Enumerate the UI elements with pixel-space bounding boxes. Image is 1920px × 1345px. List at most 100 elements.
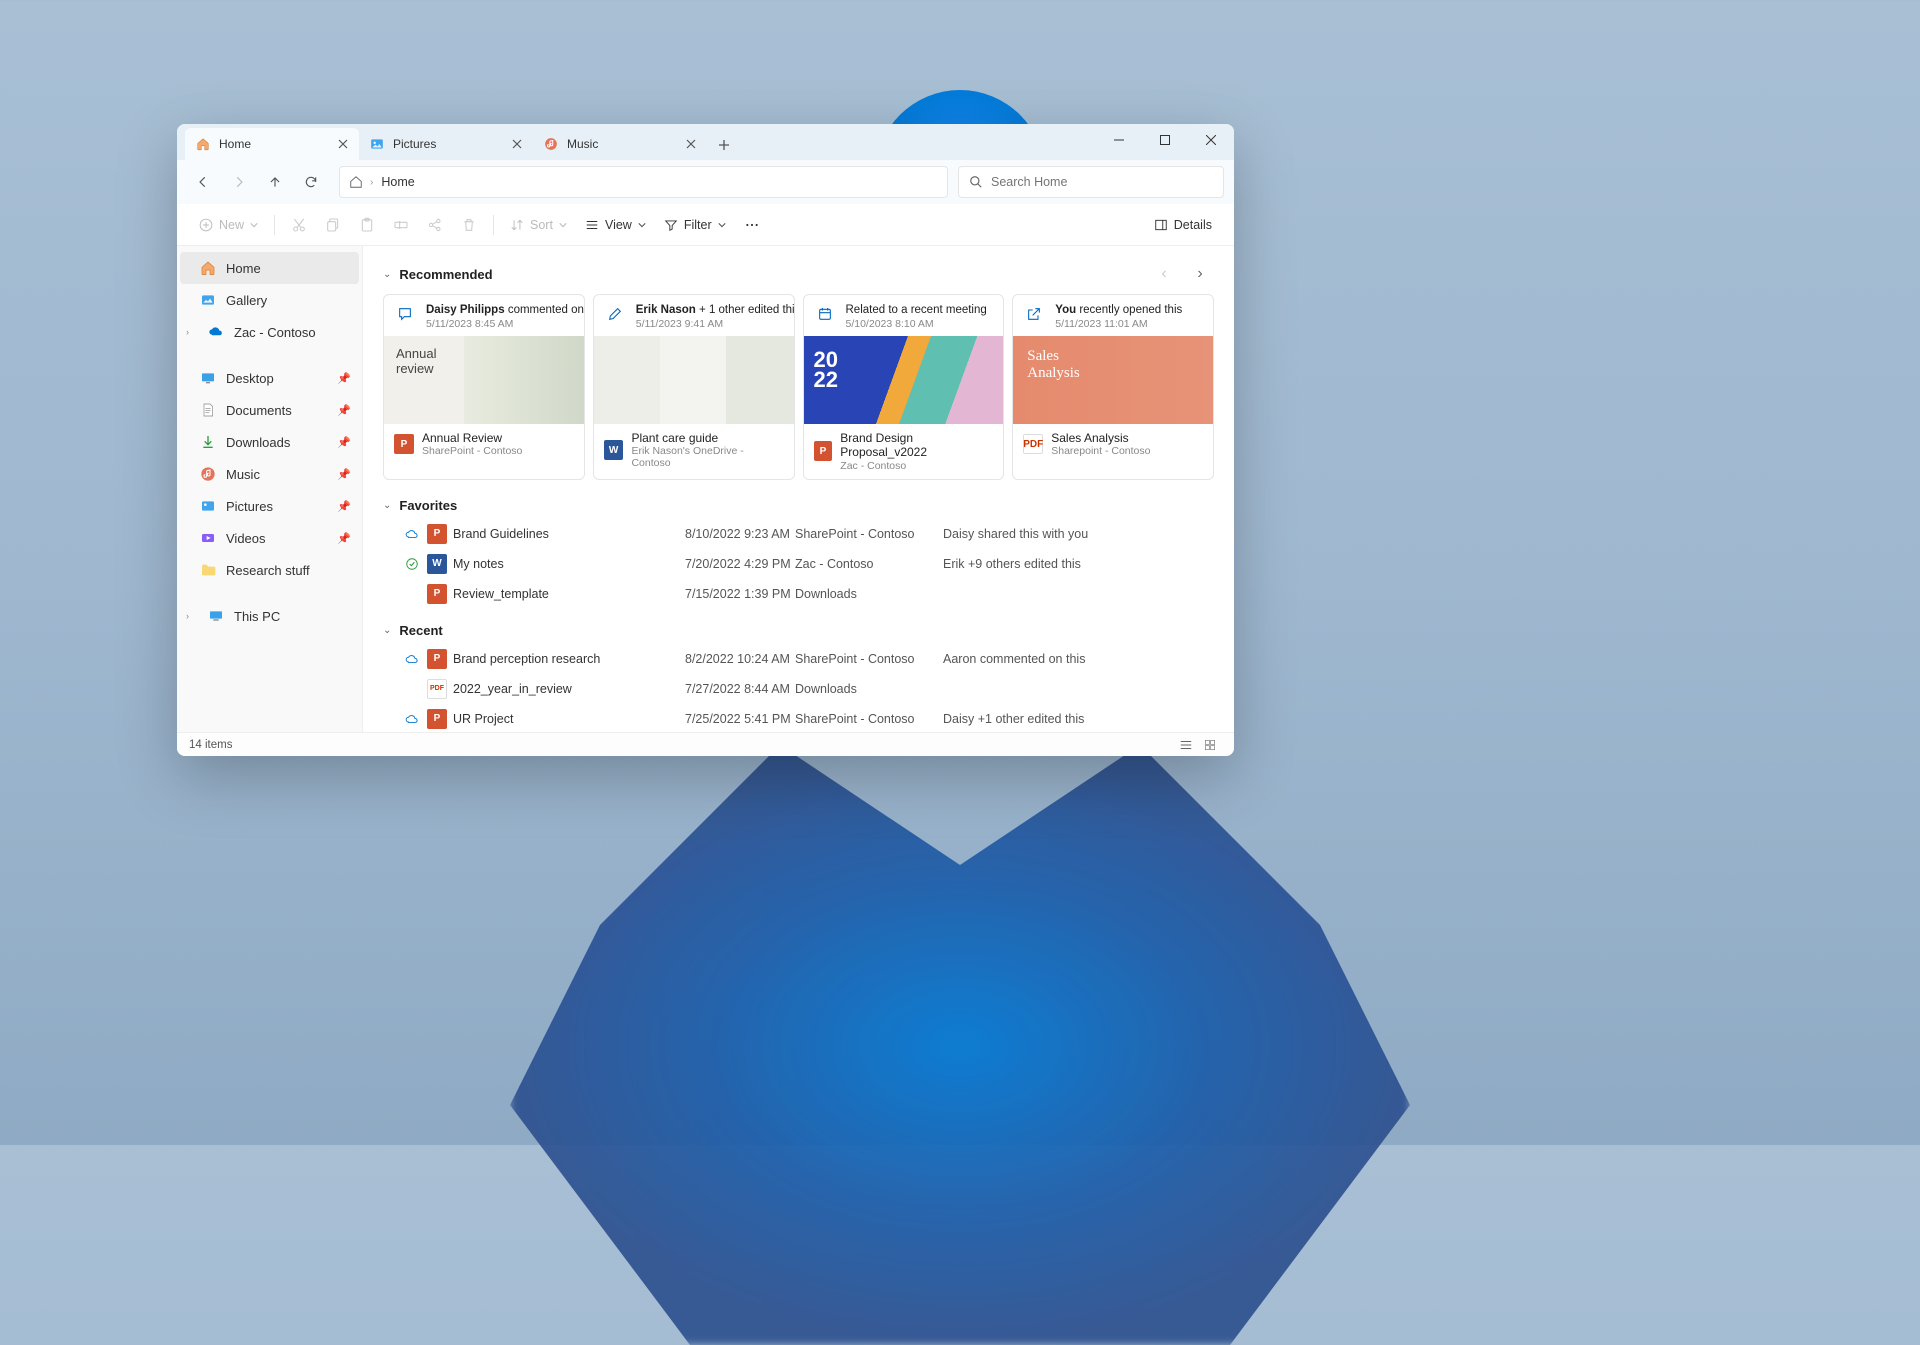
pin-icon: 📌 [337, 468, 351, 481]
sidebar-item-videos[interactable]: Videos 📌 [180, 522, 359, 554]
chevron-right-icon[interactable]: › [186, 611, 196, 621]
details-view-button[interactable] [1174, 735, 1198, 755]
delete-button[interactable] [453, 210, 485, 240]
close-icon[interactable] [335, 136, 351, 152]
file-type-icon: P [427, 524, 453, 544]
comment-icon [394, 303, 416, 325]
paste-button[interactable] [351, 210, 383, 240]
file-location: Zac - Contoso [795, 557, 943, 571]
section-favorites[interactable]: ⌄ Favorites [383, 494, 1214, 519]
file-name: Brand perception research [453, 652, 685, 666]
reco-next-button[interactable]: › [1186, 260, 1214, 288]
file-row[interactable]: PBrand perception research8/2/2022 10:24… [383, 644, 1214, 674]
gallery-icon [200, 292, 216, 308]
status-icon [405, 712, 427, 726]
file-location: Downloads [795, 682, 943, 696]
sidebar-item-onedrive[interactable]: › Zac - Contoso [180, 316, 359, 348]
file-row[interactable]: PUR Project7/25/2022 5:41 PMSharePoint -… [383, 704, 1214, 732]
file-date: 8/10/2022 9:23 AM [685, 527, 795, 541]
status-icon [405, 652, 427, 666]
reco-card[interactable]: Daisy Philipps commented on... 5/11/2023… [383, 294, 585, 480]
chevron-right-icon: › [370, 177, 373, 188]
pin-icon: 📌 [337, 404, 351, 417]
reco-thumbnail [594, 336, 794, 424]
sidebar-item-home[interactable]: Home [180, 252, 359, 284]
breadcrumb-current[interactable]: Home [377, 175, 418, 189]
sort-button[interactable]: Sort [502, 210, 575, 240]
tab-label: Music [567, 137, 675, 151]
reco-card[interactable]: Related to a recent meeting 5/10/2023 8:… [803, 294, 1005, 480]
details-button[interactable]: Details [1146, 210, 1220, 240]
music-icon [543, 136, 559, 152]
statusbar: 14 items [177, 732, 1234, 756]
reco-prev-button[interactable]: ‹ [1150, 260, 1178, 288]
pin-icon: 📌 [337, 500, 351, 513]
tab-music[interactable]: Music [533, 128, 707, 160]
file-date: 7/20/2022 4:29 PM [685, 557, 795, 571]
file-activity: Erik +9 others edited this [943, 557, 1081, 571]
refresh-button[interactable] [295, 166, 327, 198]
file-row[interactable]: PReview_template7/15/2022 1:39 PMDownloa… [383, 579, 1214, 609]
titlebar: Home Pictures Music [177, 124, 1234, 160]
status-icon [405, 527, 427, 541]
section-recommended[interactable]: ⌄ Recommended ‹ › [383, 256, 1214, 294]
close-button[interactable] [1188, 124, 1234, 156]
new-tab-button[interactable] [709, 130, 739, 160]
pin-icon: 📌 [337, 532, 351, 545]
sidebar-item-downloads[interactable]: Downloads 📌 [180, 426, 359, 458]
file-row[interactable]: WMy notes7/20/2022 4:29 PMZac - ContosoE… [383, 549, 1214, 579]
reco-card[interactable]: You recently opened this 5/11/2023 11:01… [1012, 294, 1214, 480]
tab-pictures[interactable]: Pictures [359, 128, 533, 160]
sidebar: Home Gallery › Zac - Contoso Desktop 📌 D… [177, 246, 363, 732]
file-location: Downloads [795, 587, 943, 601]
main-content: ⌄ Recommended ‹ › Daisy Philipps comment… [363, 246, 1234, 732]
forward-button[interactable] [223, 166, 255, 198]
section-recent[interactable]: ⌄ Recent [383, 619, 1214, 644]
sidebar-item-music[interactable]: Music 📌 [180, 458, 359, 490]
back-button[interactable] [187, 166, 219, 198]
file-location: SharePoint - Contoso [795, 527, 943, 541]
sidebar-item-desktop[interactable]: Desktop 📌 [180, 362, 359, 394]
rename-button[interactable] [385, 210, 417, 240]
tab-home[interactable]: Home [185, 128, 359, 160]
share-button[interactable] [419, 210, 451, 240]
file-row[interactable]: PBrand Guidelines8/10/2022 9:23 AMShareP… [383, 519, 1214, 549]
music-icon [200, 466, 216, 482]
reco-card[interactable]: Erik Nason + 1 other edited this 5/11/20… [593, 294, 795, 480]
edit-icon [604, 303, 626, 325]
maximize-button[interactable] [1142, 124, 1188, 156]
more-button[interactable] [736, 210, 768, 240]
home-icon [346, 172, 366, 192]
close-icon[interactable] [509, 136, 525, 152]
cut-button[interactable] [283, 210, 315, 240]
file-type-icon: P [427, 584, 453, 604]
sidebar-item-documents[interactable]: Documents 📌 [180, 394, 359, 426]
file-type-icon: P [427, 649, 453, 669]
minimize-button[interactable] [1096, 124, 1142, 156]
new-button[interactable]: New [191, 210, 266, 240]
sidebar-item-research[interactable]: Research stuff [180, 554, 359, 586]
breadcrumb[interactable]: › Home [339, 166, 948, 198]
file-activity: Daisy +1 other edited this [943, 712, 1084, 726]
powerpoint-icon: P [427, 709, 447, 729]
close-icon[interactable] [683, 136, 699, 152]
sidebar-item-pictures[interactable]: Pictures 📌 [180, 490, 359, 522]
file-activity: Aaron commented on this [943, 652, 1085, 666]
file-row[interactable]: PDF2022_year_in_review7/27/2022 8:44 AMD… [383, 674, 1214, 704]
copy-button[interactable] [317, 210, 349, 240]
search-input[interactable] [991, 175, 1213, 189]
filter-button[interactable]: Filter [656, 210, 734, 240]
search-box[interactable] [958, 166, 1224, 198]
chevron-right-icon[interactable]: › [186, 327, 196, 337]
sidebar-item-gallery[interactable]: Gallery [180, 284, 359, 316]
view-button[interactable]: View [577, 210, 654, 240]
reco-action: Erik Nason + 1 other edited this [636, 303, 795, 318]
reco-action: Related to a recent meeting [846, 303, 987, 318]
sidebar-item-thispc[interactable]: › This PC [180, 600, 359, 632]
powerpoint-icon: P [394, 434, 414, 454]
up-button[interactable] [259, 166, 291, 198]
thumbnails-view-button[interactable] [1198, 735, 1222, 755]
reco-thumbnail [384, 336, 584, 424]
onedrive-icon [208, 324, 224, 340]
file-name: My notes [453, 557, 685, 571]
